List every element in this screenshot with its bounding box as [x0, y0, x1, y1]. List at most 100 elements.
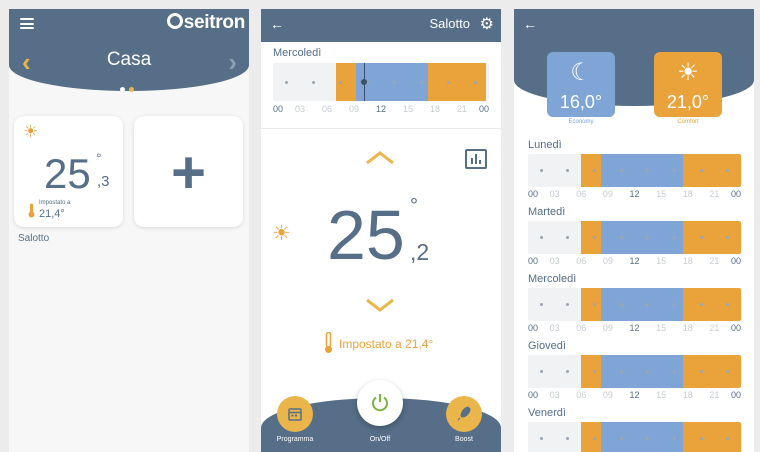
- time-axis: 00 03 06 09 12 15 18 21 00: [528, 323, 741, 334]
- chart-icon[interactable]: [465, 149, 487, 169]
- menu-icon[interactable]: [20, 18, 34, 29]
- back-arrow-icon[interactable]: ←: [270, 16, 284, 32]
- next-home-button[interactable]: ›: [228, 47, 237, 78]
- schedule-segment: [683, 422, 741, 452]
- sun-icon: ☀: [23, 122, 39, 141]
- hour-dot: [699, 370, 703, 373]
- time-tick: 21: [709, 390, 720, 400]
- schedule-segment: [581, 288, 602, 321]
- plus-icon: +: [170, 139, 207, 206]
- time-tick: 03: [294, 104, 306, 114]
- room-temperature-decimal: ,3: [97, 173, 110, 190]
- hour-dot: [699, 437, 703, 440]
- day-schedule-bar[interactable]: [528, 154, 741, 187]
- home-header: seitron ‹ Casa ›: [9, 9, 249, 92]
- back-arrow-icon[interactable]: ←: [523, 16, 537, 32]
- hour-dot: [393, 80, 396, 84]
- day-schedule-bar[interactable]: [273, 63, 489, 101]
- schedule-segment: [683, 221, 741, 254]
- time-tick: 03: [549, 323, 560, 333]
- time-tick: 06: [576, 323, 587, 333]
- time-tick: 00: [528, 189, 539, 199]
- time-axis: 00 03 06 09 12 15 18 21 00: [528, 256, 741, 267]
- day-label: Martedì: [528, 206, 566, 218]
- hour-dot: [339, 80, 342, 84]
- gear-icon[interactable]: ⚙: [480, 14, 494, 34]
- schedule-segment: [601, 288, 684, 321]
- day-schedule-bar[interactable]: [528, 288, 741, 321]
- room-temperature: 25: [44, 150, 91, 197]
- time-tick: 18: [682, 390, 693, 400]
- time-tick: 09: [602, 189, 613, 199]
- degree-symbol: °: [410, 195, 418, 217]
- time-tick: 00: [730, 256, 741, 266]
- brand-logo: seitron: [166, 12, 245, 34]
- hour-dot: [566, 437, 570, 440]
- page-indicator: [120, 79, 138, 97]
- hour-dot: [539, 303, 543, 306]
- time-tick: 09: [602, 256, 613, 266]
- time-tick: 18: [682, 323, 693, 333]
- time-tick: 00: [273, 104, 284, 114]
- comfort-mode-button[interactable]: ☀ 21,0°: [654, 52, 722, 117]
- schedule-segment: [683, 288, 741, 321]
- hour-dot: [619, 169, 623, 172]
- schedule-segment: [683, 355, 741, 388]
- schedule-segment: [601, 221, 684, 254]
- program-button[interactable]: [277, 396, 313, 432]
- time-tick: 15: [656, 323, 667, 333]
- divider: [261, 128, 501, 129]
- comfort-label: Comfort: [677, 119, 699, 125]
- economy-label: Economy: [568, 119, 594, 125]
- sun-icon: ☀: [272, 222, 291, 245]
- setpoint-label: Impostato a: [39, 200, 71, 206]
- sun-icon: ☀: [677, 59, 699, 86]
- increase-temperature-button[interactable]: [365, 151, 395, 165]
- time-tick: 09: [348, 104, 360, 114]
- time-tick: 15: [656, 256, 667, 266]
- current-temperature-decimal: ,2: [410, 239, 430, 265]
- schedule-segment: [601, 154, 684, 187]
- time-tick: 15: [656, 390, 667, 400]
- calendar-icon: [288, 408, 302, 421]
- day-label: Giovedì: [528, 340, 566, 352]
- moon-icon: ☾: [570, 59, 592, 86]
- schedule-segment: [581, 422, 602, 452]
- time-tick: 03: [549, 189, 560, 199]
- economy-mode-button[interactable]: ☾ 16,0°: [547, 52, 615, 117]
- day-label: Mercoledì: [273, 47, 322, 59]
- time-tick: 00: [730, 323, 741, 333]
- hour-dot: [539, 236, 543, 239]
- day-schedule-bar[interactable]: [528, 221, 741, 254]
- hour-dot: [699, 236, 703, 239]
- room-card[interactable]: ☀ 25 ° ,3 Impostato a 21,4°: [14, 116, 123, 227]
- day-schedule-bar[interactable]: [528, 355, 741, 388]
- current-temperature: 25: [327, 196, 405, 274]
- time-tick: 21: [709, 189, 720, 199]
- time-tick: 00: [730, 189, 741, 199]
- hour-dot: [539, 437, 543, 440]
- power-icon: [372, 394, 388, 412]
- day-schedule-bar[interactable]: [528, 422, 741, 452]
- rocket-icon: [457, 406, 471, 421]
- boost-button[interactable]: [446, 396, 482, 432]
- hour-dot: [672, 169, 676, 172]
- time-tick: 03: [549, 390, 560, 400]
- hour-dot: [566, 370, 570, 373]
- time-tick: 03: [549, 256, 560, 266]
- comfort-temperature: 21,0°: [666, 92, 710, 112]
- economy-temperature: 16,0°: [559, 92, 603, 112]
- time-tick: 21: [709, 323, 720, 333]
- room-title: Salotto: [429, 16, 470, 31]
- hour-dot: [619, 236, 623, 239]
- power-button[interactable]: [357, 380, 403, 426]
- hour-dot: [619, 370, 623, 373]
- schedule-segment: [601, 422, 684, 452]
- degree-symbol: °: [96, 150, 102, 166]
- time-tick: 00: [730, 390, 741, 400]
- schedule-segment: [601, 355, 684, 388]
- time-axis: 00 03 06 09 12 15 18 21 00: [528, 189, 741, 200]
- decrease-temperature-button[interactable]: [365, 298, 395, 312]
- hour-dot: [699, 303, 703, 306]
- add-room-card[interactable]: +: [134, 116, 243, 227]
